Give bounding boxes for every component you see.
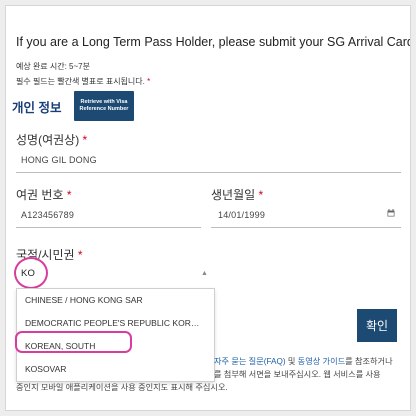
dob-field[interactable]: 14/01/1999 (218, 210, 265, 220)
video-guide-link[interactable]: 동영상 가이드 (298, 357, 345, 366)
long-term-pass-notice: If you are a Long Term Pass Holder, plea… (16, 35, 411, 49)
confirm-button[interactable]: 확인 (357, 309, 397, 342)
footer-line-1: 자주 묻는 질문(FAQ) 및 동영상 가이드를 참조하거나 (214, 357, 393, 366)
required-fields-note: 필수 필드는 빨간색 별표로 표시됩니다. * (16, 77, 151, 86)
passport-field-underline (16, 227, 201, 228)
arrival-card-form: If you are a Long Term Pass Holder, plea… (5, 5, 411, 411)
name-field-underline (16, 172, 401, 173)
estimated-time: 예상 완료 시간: 5~7분 (16, 62, 90, 71)
korean-south-highlight (15, 331, 132, 353)
calendar-icon[interactable] (387, 209, 395, 217)
nationality-input[interactable]: KO (21, 268, 35, 279)
footer-line-2: 를 첨부해 서면을 보내주십시오. 웹 서비스를 사용 (214, 370, 381, 379)
dob-field-underline (211, 227, 401, 228)
dob-label: 생년월일 * (211, 188, 264, 202)
name-label: 성명(여권상) * (16, 133, 88, 147)
footer-line-3: 중인지 모바일 애플리케이션을 사용 중인지도 표시해 주십시오. (16, 383, 228, 392)
dropdown-option-kosovar[interactable]: KOSOVAR (17, 358, 214, 381)
name-field[interactable]: HONG GIL DONG (21, 155, 97, 165)
dropdown-option-chinese-hong-kong[interactable]: CHINESE / HONG KONG SAR (17, 289, 214, 312)
caret-down-icon[interactable]: ▲ (201, 270, 208, 277)
passport-field[interactable]: A123456789 (21, 210, 74, 220)
faq-link[interactable]: 자주 묻는 질문(FAQ) (214, 357, 286, 366)
retrieve-visa-button[interactable]: Retrieve with Visa Reference Number (74, 91, 134, 121)
passport-label: 여권 번호 * (16, 188, 72, 202)
personal-info-title: 개인 정보 (12, 101, 62, 115)
